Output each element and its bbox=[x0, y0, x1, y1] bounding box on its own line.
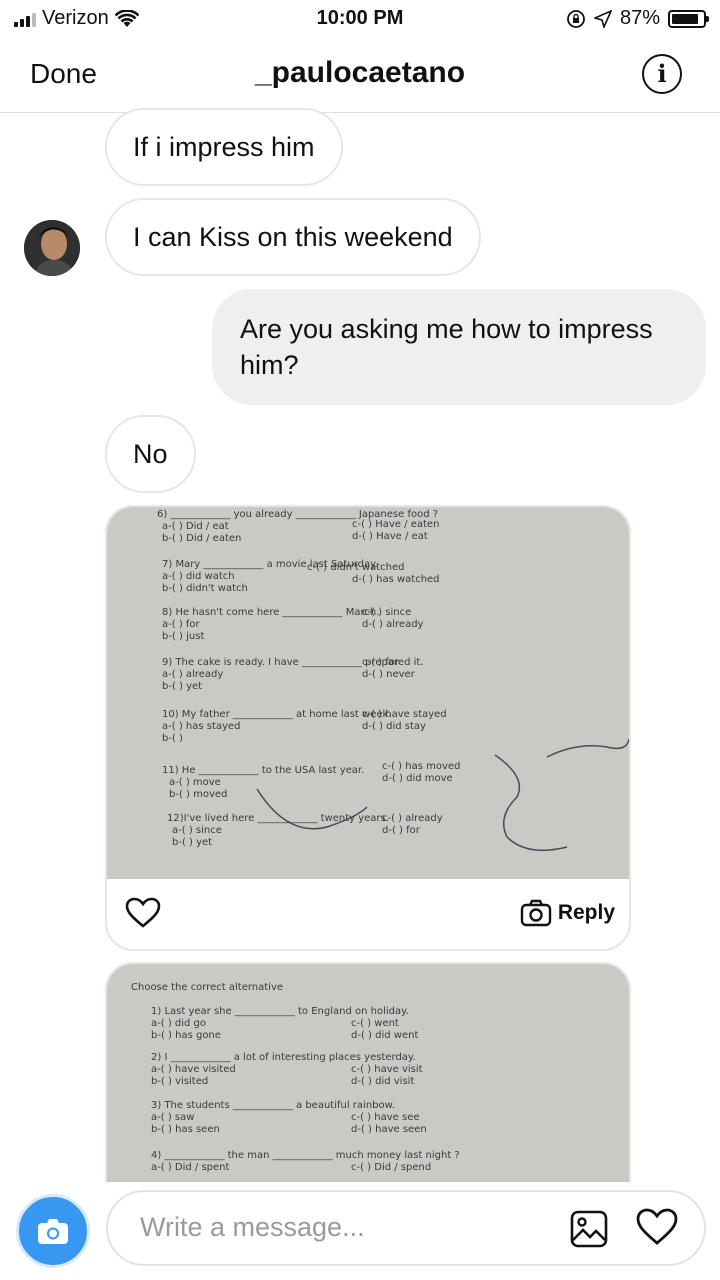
worksheet-line: a-( ) for bbox=[162, 619, 200, 630]
worksheet-line: 12)I've lived here ____________ twenty y… bbox=[167, 813, 389, 824]
worksheet-line: 8) He hasn't come here ____________ Marc… bbox=[162, 607, 380, 618]
outgoing-message: Are you asking me how to impress him? bbox=[212, 289, 706, 405]
worksheet-photo: 6) ____________ you already ____________… bbox=[107, 507, 629, 879]
location-icon bbox=[593, 9, 612, 28]
worksheet-line: b-( ) has seen bbox=[151, 1124, 220, 1135]
worksheet-line: d-( ) Have / eat bbox=[352, 531, 428, 542]
worksheet-line: a-( ) move bbox=[169, 777, 221, 788]
camera-icon bbox=[520, 899, 552, 927]
worksheet-line: b-( ) didn't watch bbox=[162, 583, 248, 594]
worksheet-line: c-( ) have visit bbox=[351, 1064, 423, 1075]
worksheet-line: a-( ) saw bbox=[151, 1112, 195, 1123]
message-text: If i impress him bbox=[133, 132, 315, 162]
worksheet-line: c-( ) didn't watched bbox=[307, 562, 405, 573]
heart-icon[interactable] bbox=[125, 897, 161, 929]
camera-button[interactable] bbox=[16, 1194, 90, 1268]
worksheet-line: b-( ) Did / eaten bbox=[162, 533, 242, 544]
camera-icon bbox=[38, 1219, 68, 1244]
photo-message[interactable]: Choose the correct alternative 1) Last ye… bbox=[105, 962, 631, 1182]
message-placeholder: Write a message... bbox=[140, 1212, 365, 1242]
worksheet-line: b-( ) yet bbox=[162, 681, 203, 692]
avatar[interactable] bbox=[24, 220, 80, 276]
worksheet-photo: Choose the correct alternative 1) Last ye… bbox=[107, 964, 629, 1182]
worksheet-line: c-( ) have stayed bbox=[362, 709, 447, 720]
rotation-lock-icon bbox=[567, 9, 585, 28]
chat-title[interactable]: _paulocaetano bbox=[0, 56, 720, 90]
worksheet-line: c-( ) since bbox=[362, 607, 412, 618]
worksheet-line: d-( ) have seen bbox=[351, 1124, 427, 1135]
reply-button[interactable]: Reply bbox=[520, 899, 615, 927]
message-input[interactable]: Write a message... bbox=[106, 1190, 706, 1266]
worksheet-line: a-( ) since bbox=[172, 825, 222, 836]
worksheet-line: c-( ) Did / spend bbox=[351, 1162, 432, 1173]
gallery-icon[interactable] bbox=[570, 1210, 608, 1248]
worksheet-line: a-( ) already bbox=[162, 669, 224, 680]
worksheet-line: b-( ) visited bbox=[151, 1076, 209, 1087]
worksheet-line: d-( ) did visit bbox=[351, 1076, 415, 1087]
worksheet-line: a-( ) did watch bbox=[162, 571, 235, 582]
message-text: No bbox=[133, 439, 168, 469]
worksheet-line: 3) The students ____________ a beautiful… bbox=[151, 1100, 396, 1111]
incoming-message: I can Kiss on this weekend bbox=[105, 198, 481, 276]
worksheet-line: d-( ) already bbox=[362, 619, 424, 630]
worksheet-line: a-( ) did go bbox=[151, 1018, 207, 1029]
worksheet-line: b-( ) moved bbox=[169, 789, 228, 800]
chat-header: Done _paulocaetano i bbox=[0, 36, 720, 113]
worksheet-line: c-( ) went bbox=[351, 1018, 399, 1029]
worksheet-line: a-( ) Did / spent bbox=[151, 1162, 230, 1173]
worksheet-line: 10) My father ____________ at home last … bbox=[162, 709, 392, 720]
worksheet-line: c-( ) already bbox=[382, 813, 443, 824]
message-text: Are you asking me how to impress him? bbox=[240, 314, 653, 380]
worksheet-line: d-( ) never bbox=[362, 669, 415, 680]
worksheet-line: b-( ) yet bbox=[172, 837, 213, 848]
heart-icon[interactable] bbox=[636, 1208, 678, 1246]
worksheet-line: b-( ) has gone bbox=[151, 1030, 221, 1041]
worksheet-line: d-( ) did stay bbox=[362, 721, 426, 732]
photo-message[interactable]: 6) ____________ you already ____________… bbox=[105, 505, 631, 951]
incoming-message: If i impress him bbox=[105, 108, 343, 186]
worksheet-line: c-( ) have see bbox=[351, 1112, 420, 1123]
worksheet-line: 2) I ____________ a lot of interesting p… bbox=[151, 1052, 416, 1063]
message-composer: Write a message... bbox=[0, 1186, 720, 1280]
incoming-message: No bbox=[105, 415, 196, 493]
worksheet-line: c-( ) has moved bbox=[382, 761, 461, 772]
battery-percent: 87% bbox=[619, 7, 660, 29]
message-text: I can Kiss on this weekend bbox=[133, 222, 453, 252]
reply-label: Reply bbox=[557, 901, 615, 924]
worksheet-line: 1) Last year she ____________ to England… bbox=[151, 1006, 409, 1017]
worksheet-line: d-( ) for bbox=[382, 825, 420, 836]
battery-icon bbox=[668, 9, 709, 28]
worksheet-line: d-( ) has watched bbox=[352, 574, 440, 585]
status-bar: Verizon 10:00 PM 87% bbox=[0, 0, 720, 36]
worksheet-line: Choose the correct alternative bbox=[131, 982, 284, 993]
worksheet-line: a-( ) has stayed bbox=[162, 721, 241, 732]
worksheet-line: d-( ) did move bbox=[382, 773, 453, 784]
info-icon[interactable]: i bbox=[642, 54, 682, 94]
worksheet-line: c-( ) for bbox=[362, 657, 400, 668]
worksheet-line: d-( ) did went bbox=[351, 1030, 419, 1041]
worksheet-line: b-( ) just bbox=[162, 631, 205, 642]
worksheet-line: 11) He ____________ to the USA last year… bbox=[162, 765, 365, 776]
worksheet-line: a-( ) Did / eat bbox=[162, 521, 229, 532]
worksheet-line: b-( ) bbox=[162, 733, 183, 744]
worksheet-line: a-( ) have visited bbox=[151, 1064, 236, 1075]
worksheet-line: 4) ____________ the man ____________ muc… bbox=[151, 1150, 460, 1161]
worksheet-line: c-( ) Have / eaten bbox=[352, 519, 440, 530]
